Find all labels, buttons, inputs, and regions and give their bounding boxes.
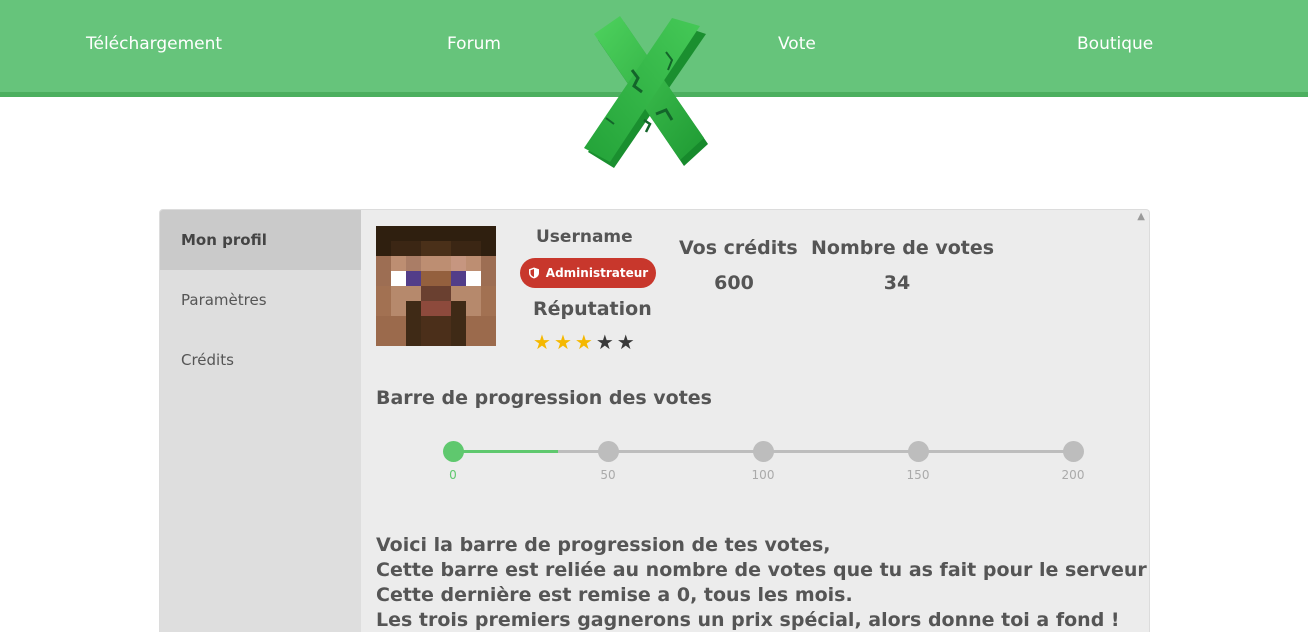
- reputation-stars: ★ ★ ★ ★ ★: [533, 332, 635, 352]
- credits-label: Vos crédits: [679, 237, 798, 259]
- progress-tick-label: 100: [751, 468, 775, 482]
- votes-label: Nombre de votes: [811, 237, 995, 259]
- progress-step-dot[interactable]: [752, 441, 774, 462]
- profile-username: Username: [536, 227, 633, 247]
- shield-icon: [528, 267, 539, 279]
- credits-value: 600: [714, 272, 754, 294]
- progress-step-dot[interactable]: [1062, 441, 1084, 462]
- progress-tick-label: 200: [1061, 468, 1085, 482]
- progress-message: Voici la barre de progression de tes vot…: [376, 533, 1147, 632]
- role-badge: Administrateur: [520, 258, 656, 288]
- star-icon: ★: [616, 330, 635, 354]
- progress-step-dot[interactable]: [442, 441, 464, 462]
- nav-link-forum[interactable]: Forum: [447, 34, 501, 54]
- message-line: Les trois premiers gagnerons un prix spé…: [376, 609, 1120, 631]
- message-line: Cette dernière est remise a 0, tous les …: [376, 584, 853, 606]
- profile-sidebar: Mon profil Paramètres Crédits: [160, 210, 361, 632]
- star-icon: ★: [574, 330, 593, 354]
- progress-step-dot[interactable]: [907, 441, 929, 462]
- progress-tick-label: 50: [600, 468, 616, 482]
- scroll-up-arrow-icon[interactable]: ▲: [1137, 211, 1145, 222]
- votes-value: 34: [883, 272, 911, 294]
- nav-link-vote[interactable]: Vote: [778, 34, 816, 54]
- profile-panel: Mon profil Paramètres Crédits ▲ Username: [159, 209, 1150, 632]
- progress-tick-label: 0: [449, 468, 457, 482]
- nav-link-telechargement[interactable]: Téléchargement: [86, 34, 222, 54]
- star-icon: ★: [533, 330, 551, 354]
- progress-tick-label: 150: [906, 468, 930, 482]
- sidebar-item-mon-profil[interactable]: Mon profil: [160, 210, 361, 270]
- nav-link-boutique[interactable]: Boutique: [1077, 34, 1153, 54]
- star-icon: ★: [553, 330, 572, 354]
- progress-title: Barre de progression des votes: [376, 387, 712, 409]
- green-x-logo-icon[interactable]: [580, 12, 722, 174]
- message-line: Voici la barre de progression de tes vot…: [376, 534, 831, 556]
- message-line: Cette barre est reliée au nombre de vote…: [376, 559, 1147, 581]
- role-badge-label: Administrateur: [545, 266, 649, 280]
- vote-progress-fill: [453, 450, 559, 453]
- progress-step-dot[interactable]: [597, 441, 619, 462]
- reputation-label: Réputation: [533, 298, 652, 320]
- sidebar-item-credits[interactable]: Crédits: [160, 330, 361, 390]
- sidebar-item-parametres[interactable]: Paramètres: [160, 270, 361, 330]
- avatar: [376, 226, 496, 346]
- star-icon: ★: [595, 330, 614, 354]
